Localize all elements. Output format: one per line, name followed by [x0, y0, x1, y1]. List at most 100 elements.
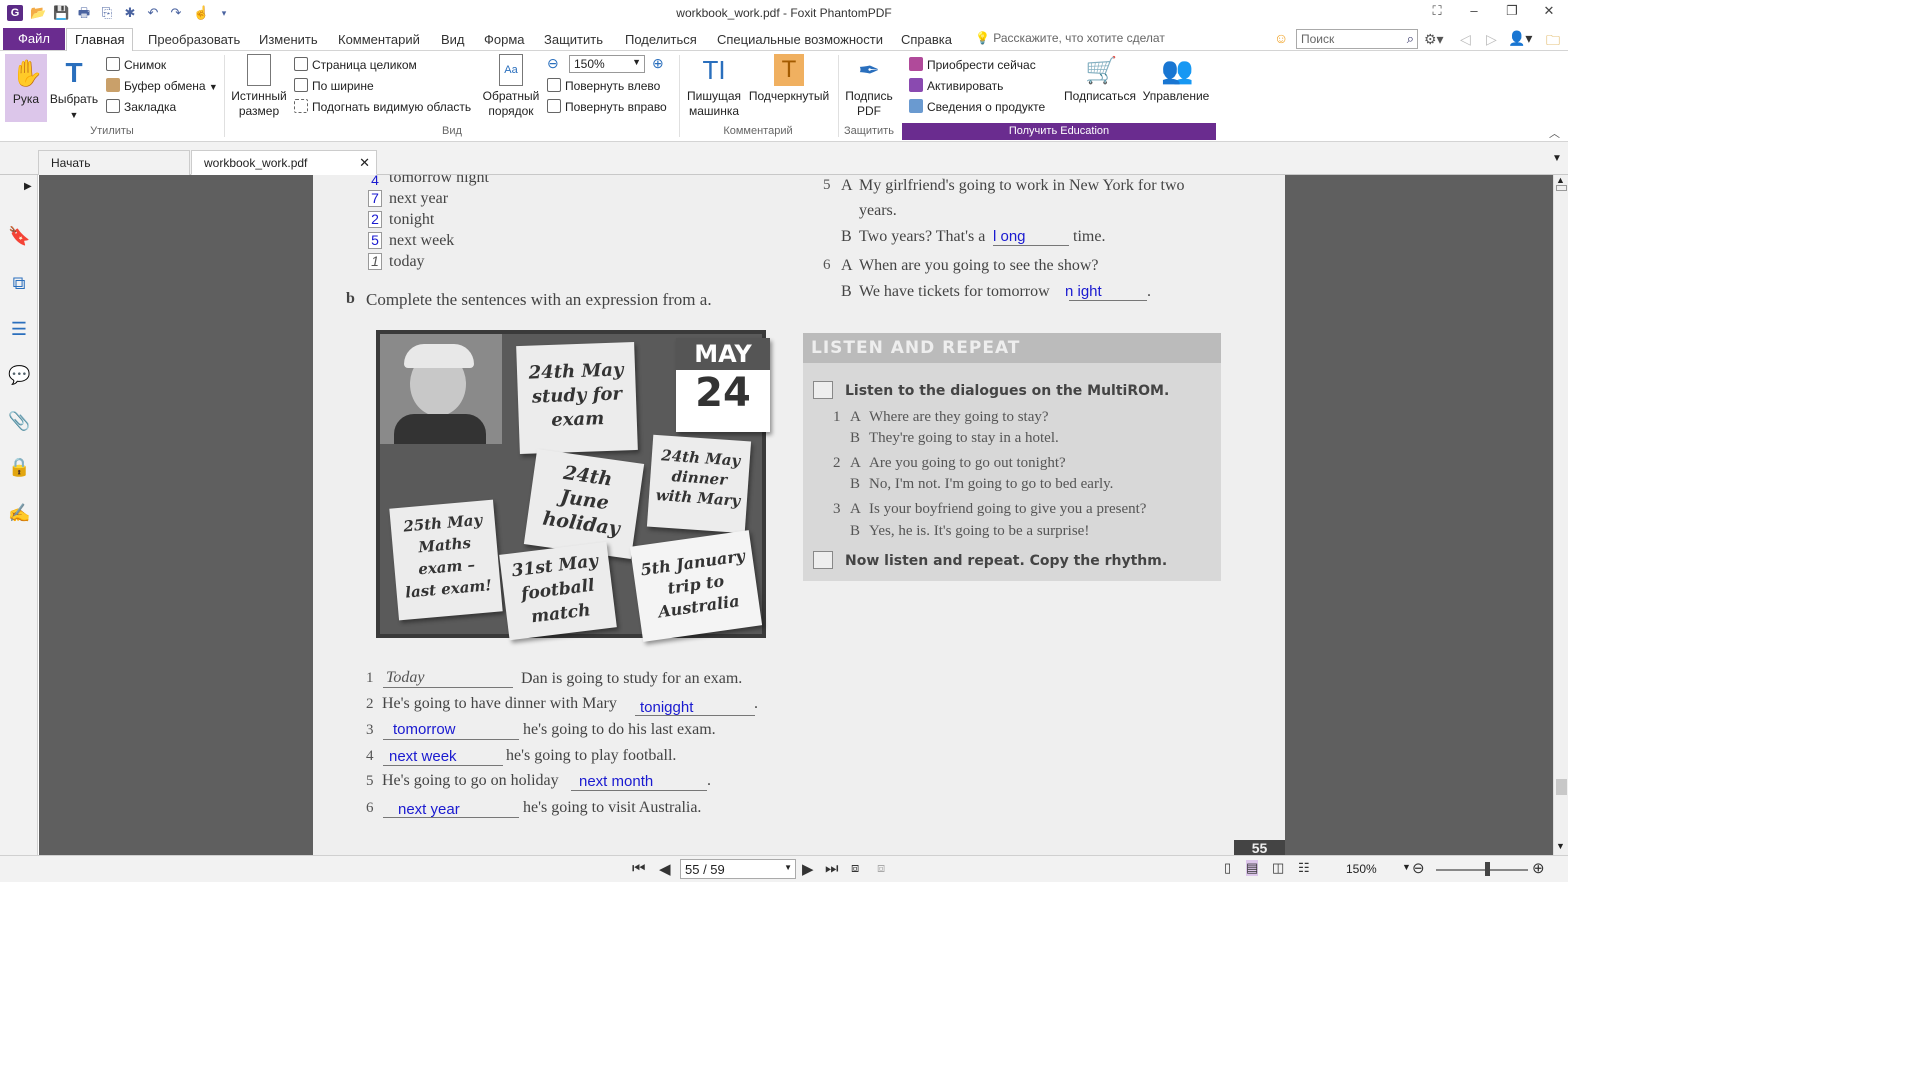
zoom-out-button[interactable]: ⊖ [1412, 859, 1425, 877]
tab-protect[interactable]: Защитить [544, 32, 603, 47]
scroll-thumb[interactable] [1556, 779, 1567, 795]
list-item-number[interactable]: 5 [368, 232, 382, 249]
settings-icon[interactable]: ⚙▾ [1424, 31, 1444, 48]
tab-document[interactable]: workbook_work.pdf ✕ [191, 150, 377, 175]
layers-icon[interactable]: ☰ [8, 318, 30, 340]
note-line: study for [531, 383, 623, 408]
dialogue-answer-input[interactable]: n ight [1065, 283, 1102, 300]
manage-button[interactable]: 👥 Управление [1142, 54, 1210, 104]
next-view-icon[interactable]: ⧈ [877, 860, 885, 876]
zoom-select[interactable]: 150% ▼ [569, 55, 645, 73]
next-page-icon[interactable]: ▶ [802, 860, 814, 878]
actual-size-button[interactable]: Истинный размер [229, 54, 289, 119]
tab-accessibility[interactable]: Специальные возможности [717, 32, 883, 47]
bookmark-button[interactable]: Закладка [106, 99, 176, 114]
security-lock-icon[interactable]: 🔒 [8, 456, 30, 478]
product-info-button[interactable]: Сведения о продукте [909, 99, 1045, 114]
zoom-out-icon[interactable]: ⊖ [547, 55, 559, 72]
typewriter-button[interactable]: TI Пишущая машинка [684, 54, 744, 119]
continuous-facing-icon[interactable]: ☷ [1298, 860, 1310, 876]
fit-page-button[interactable]: Страница целиком [294, 57, 417, 72]
fit-visible-button[interactable]: Подогнать видимую область [294, 99, 471, 114]
zoom-slider-thumb[interactable] [1485, 862, 1490, 876]
facing-icon[interactable]: ◫ [1272, 860, 1284, 876]
forward-icon[interactable]: ▷ [1486, 31, 1497, 48]
snapshot-button[interactable]: Снимок [106, 57, 166, 72]
bookmarks-icon[interactable]: 🔖 [8, 225, 30, 247]
close-tab-icon[interactable]: ✕ [359, 151, 370, 175]
comments-icon[interactable]: 💬 [8, 364, 30, 386]
page-number-input[interactable]: 55 / 59 ▼ [680, 859, 796, 879]
fullscreen-icon[interactable]: ⛶ [1426, 3, 1448, 23]
get-education-bar[interactable]: Получить Education [902, 123, 1216, 140]
dialogue-answer-input[interactable]: l ong [993, 228, 1026, 245]
tab-form[interactable]: Форма [484, 32, 525, 47]
zoom-in-button[interactable]: ⊕ [1532, 859, 1545, 877]
activate-button[interactable]: Активировать [909, 78, 1003, 93]
continuous-icon[interactable]: ▤ [1246, 860, 1259, 876]
rotate-right-button[interactable]: Повернуть вправо [547, 99, 667, 114]
search-icon[interactable]: ⌕ [1407, 31, 1414, 47]
search-input[interactable]: Поиск ⌕ [1296, 29, 1418, 49]
tab-view[interactable]: Вид [441, 32, 465, 47]
tab-share[interactable]: Поделиться [625, 32, 697, 47]
expand-pane-icon[interactable]: ▶ [24, 181, 32, 192]
vertical-scrollbar[interactable]: ▲ ▼ [1553, 175, 1568, 855]
close-button[interactable]: ✕ [1538, 3, 1560, 23]
sentence-answer-input[interactable]: next year [398, 801, 460, 818]
first-page-icon[interactable]: ⏮ [632, 860, 646, 877]
scroll-down-icon[interactable]: ▼ [1556, 841, 1565, 851]
minimize-button[interactable]: – [1463, 3, 1485, 23]
user-icon[interactable]: 👤▾ [1508, 30, 1532, 47]
dialogue-line: years. [859, 202, 897, 219]
restore-button[interactable]: ❐ [1501, 3, 1523, 23]
hand-tool-button[interactable]: ✋ Рука [5, 54, 47, 122]
reverse-order-button[interactable]: Aa Обратный порядок [481, 54, 541, 119]
tab-home[interactable]: Главная [66, 28, 134, 52]
tab-convert[interactable]: Преобразовать [148, 32, 240, 47]
rotate-left-button[interactable]: Повернуть влево [547, 78, 660, 93]
document-viewer[interactable]: 4 tomorrow night 7 next year 2 tonight 5… [39, 175, 1553, 855]
tab-start[interactable]: Начать [38, 150, 190, 175]
sentence-answer-input[interactable]: tomorrow [393, 721, 456, 738]
back-icon[interactable]: ◁ [1460, 31, 1471, 48]
tab-comment[interactable]: Комментарий [338, 32, 420, 47]
highlight-button[interactable]: T Подчеркнутый [747, 54, 831, 104]
sign-pdf-button[interactable]: ✒ Подпись PDF [842, 54, 896, 119]
tab-edit[interactable]: Изменить [259, 32, 318, 47]
feedback-icon[interactable]: ☺ [1274, 30, 1288, 46]
fit-width-button[interactable]: По ширине [294, 78, 374, 93]
scroll-up-icon[interactable]: ▲ [1556, 175, 1565, 185]
clipboard-button[interactable]: Буфер обмена ▼ [106, 78, 218, 93]
bookmark-icon [106, 99, 120, 113]
sentence-answer-input[interactable]: next week [389, 748, 457, 765]
zoom-dropdown-icon[interactable]: ▼ [1402, 862, 1411, 872]
signatures-icon[interactable]: ✍ [8, 502, 30, 524]
select-tool-button[interactable]: T Выбрать ▼ [49, 57, 99, 123]
sentence-answer-input[interactable]: tonigght [640, 699, 693, 716]
sentence-answer-input[interactable]: next month [579, 773, 653, 790]
tab-help[interactable]: Справка [901, 32, 952, 47]
subscribe-button[interactable]: 🛒 Подписаться [1062, 54, 1138, 104]
previous-view-icon[interactable]: ⧈ [851, 860, 859, 876]
list-item-number[interactable]: 4 [368, 175, 382, 190]
menu-file[interactable]: Файл [3, 28, 65, 50]
single-page-icon[interactable]: ▯ [1224, 860, 1231, 876]
list-item-number[interactable]: 7 [368, 190, 382, 207]
group-view: Вид [442, 125, 462, 137]
tabs-dropdown-icon[interactable]: ▼ [1552, 153, 1562, 164]
hand-icon: ✋ [11, 58, 44, 88]
split-handle[interactable] [1556, 185, 1567, 191]
zoom-in-icon[interactable]: ⊕ [652, 55, 664, 72]
last-page-icon[interactable]: ⏭ [825, 860, 839, 877]
attachments-icon[interactable]: 📎 [8, 410, 30, 432]
zoom-slider-track[interactable] [1436, 869, 1528, 871]
list-item-number[interactable]: 2 [368, 211, 382, 228]
prev-page-icon[interactable]: ◀ [659, 860, 671, 878]
fit-page-icon [294, 57, 308, 71]
pages-icon[interactable]: ⧉ [8, 272, 30, 294]
collapse-ribbon-icon[interactable]: ︿ [1549, 125, 1560, 141]
zoom-level[interactable]: 150% [1346, 862, 1377, 876]
tell-me-box[interactable]: 💡 Расскажите, что хотите сделат [975, 31, 1165, 45]
buy-now-button[interactable]: Приобрести сейчас [909, 57, 1036, 72]
